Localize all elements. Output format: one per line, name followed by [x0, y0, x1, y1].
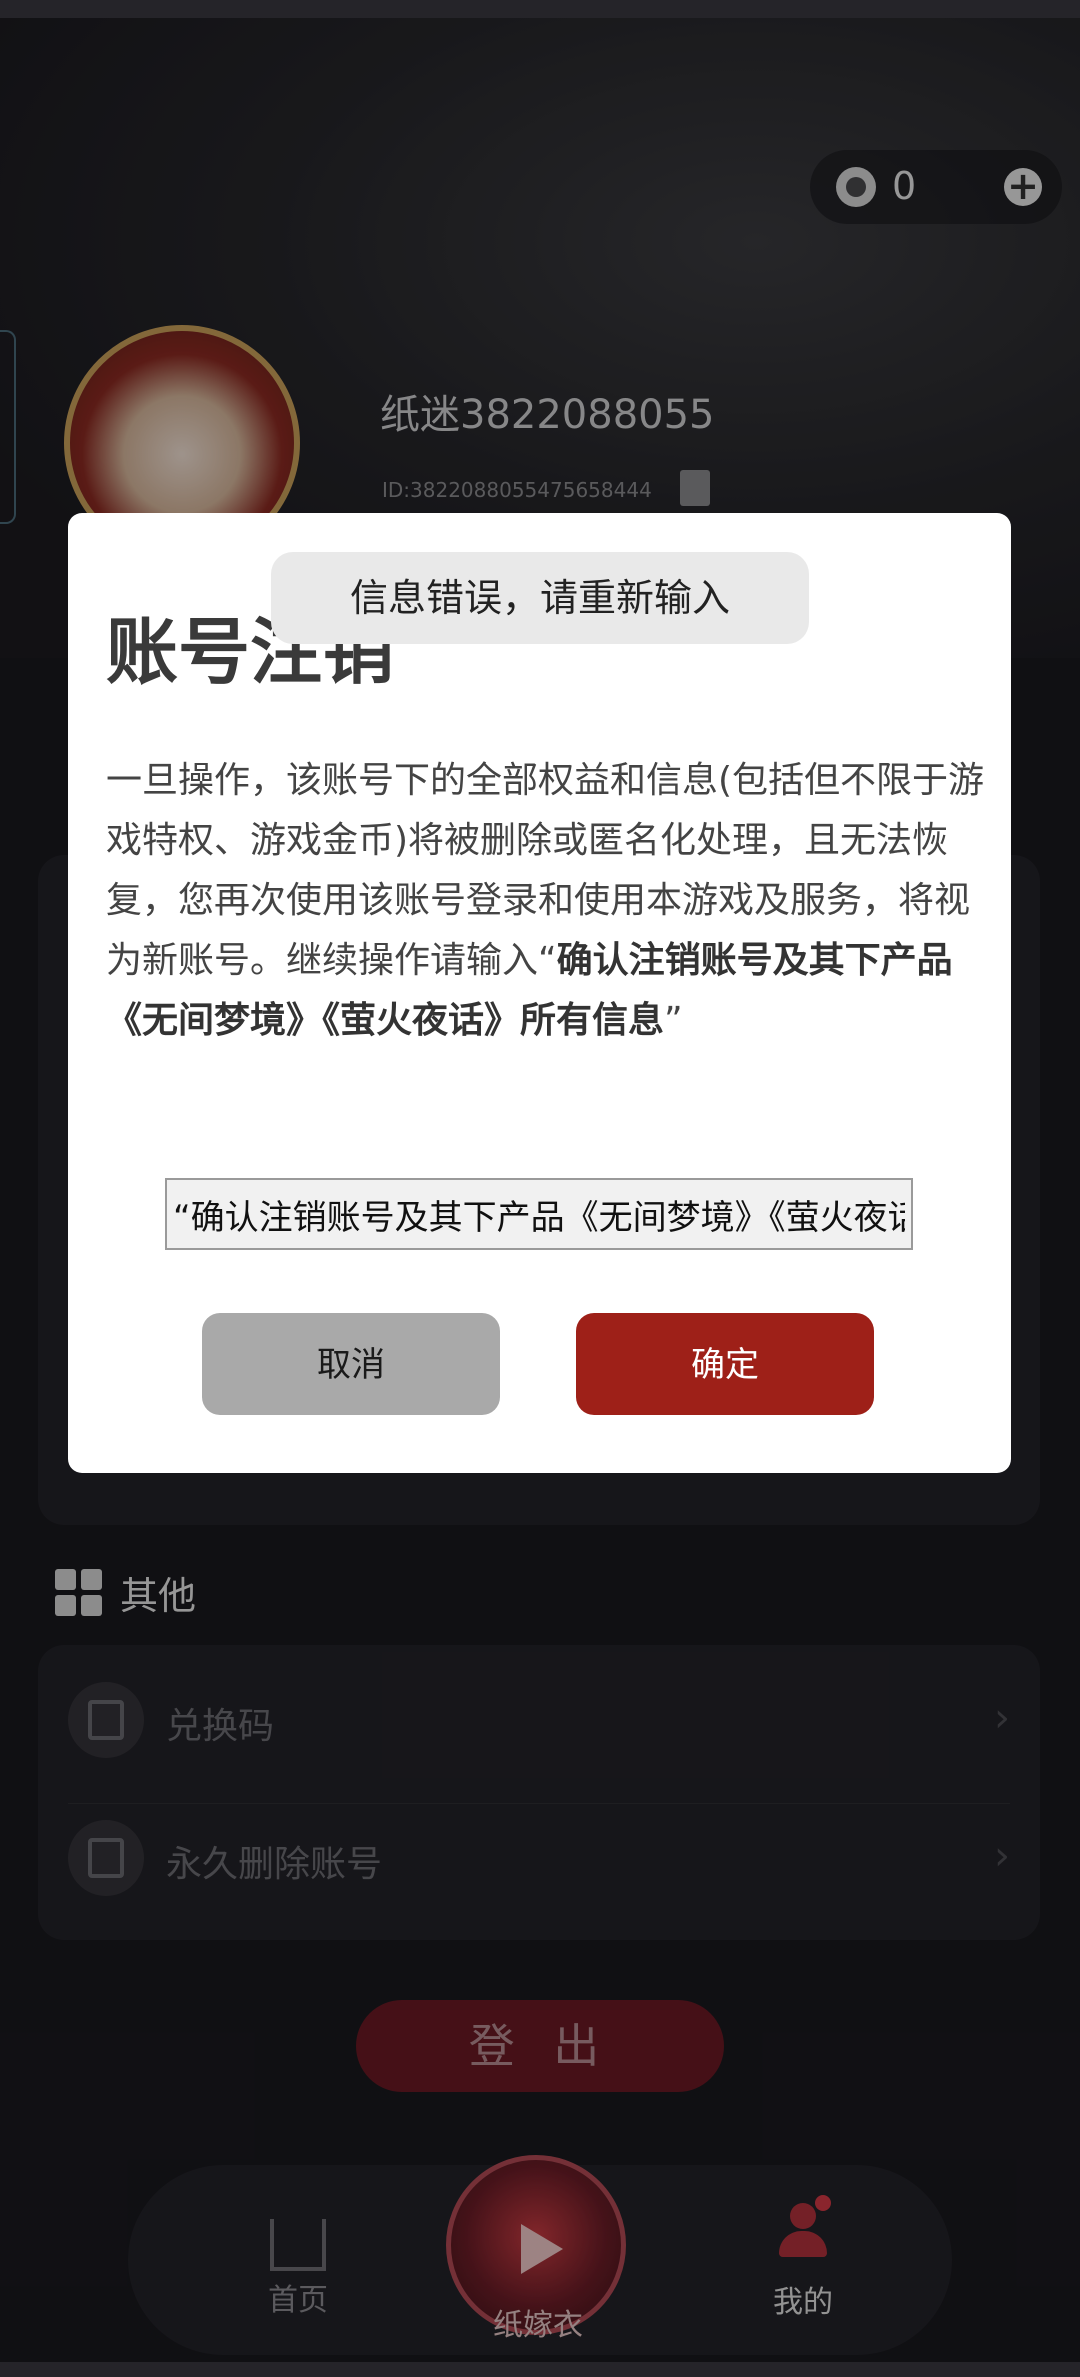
dialog-body: 一旦操作，该账号下的全部权益和信息(包括但不限于游戏特权、游戏金币)将被删除或匿… [106, 751, 986, 1051]
error-toast: 信息错误，请重新输入 [271, 552, 809, 644]
dialog-body-end: ” [664, 1000, 683, 1041]
account-cancellation-dialog: 账号注销 一旦操作，该账号下的全部权益和信息(包括但不限于游戏特权、游戏金币)将… [68, 513, 1011, 1473]
cancel-button[interactable]: 取消 [202, 1313, 500, 1415]
confirm-phrase-input[interactable] [165, 1178, 913, 1250]
confirm-button[interactable]: 确定 [576, 1313, 874, 1415]
